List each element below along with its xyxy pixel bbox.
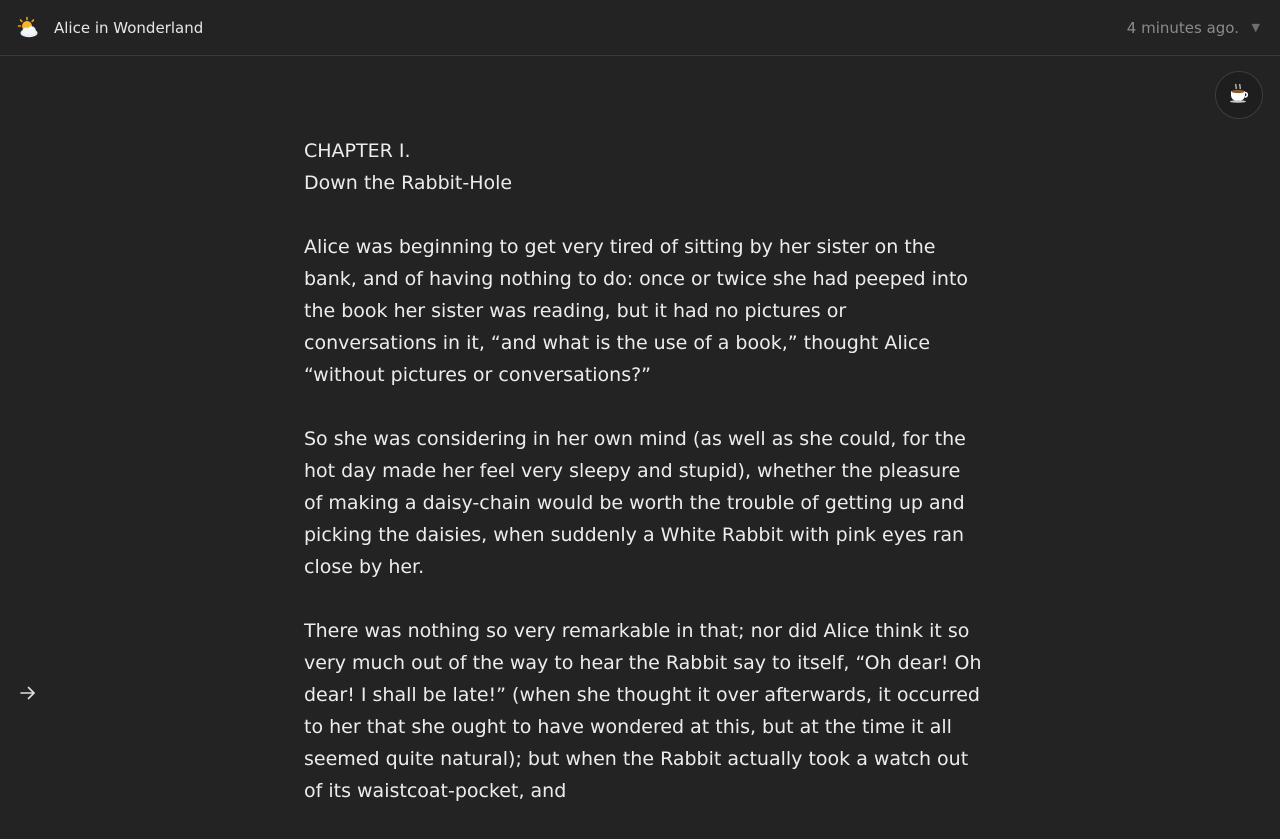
last-edited-timestamp[interactable]: 4 minutes ago. [1127, 17, 1239, 39]
theme-toggle-button[interactable] [1215, 71, 1263, 119]
document-title: Alice in Wonderland [54, 19, 204, 37]
arrow-right-icon[interactable] [16, 681, 40, 705]
top-bar: Alice in Wonderland 4 minutes ago. ▼ [0, 0, 1280, 56]
chapter-title: Down the Rabbit-Hole [304, 172, 513, 194]
document-body[interactable]: CHAPTER I. Down the Rabbit-Hole Alice wa… [304, 135, 984, 839]
caret-down-icon[interactable]: ▼ [1252, 17, 1260, 39]
paragraph: Alice was beginning to get very tired of… [304, 236, 969, 386]
hot-beverage-icon [1227, 81, 1251, 109]
sun-behind-cloud-icon[interactable] [16, 16, 40, 40]
paragraph: There was nothing so very remarkable in … [304, 620, 982, 802]
paragraph: So she was considering in her own mind (… [304, 428, 966, 578]
chapter-heading: CHAPTER I. Down the Rabbit-Hole [304, 135, 984, 199]
chapter-number: CHAPTER I. [304, 140, 411, 162]
